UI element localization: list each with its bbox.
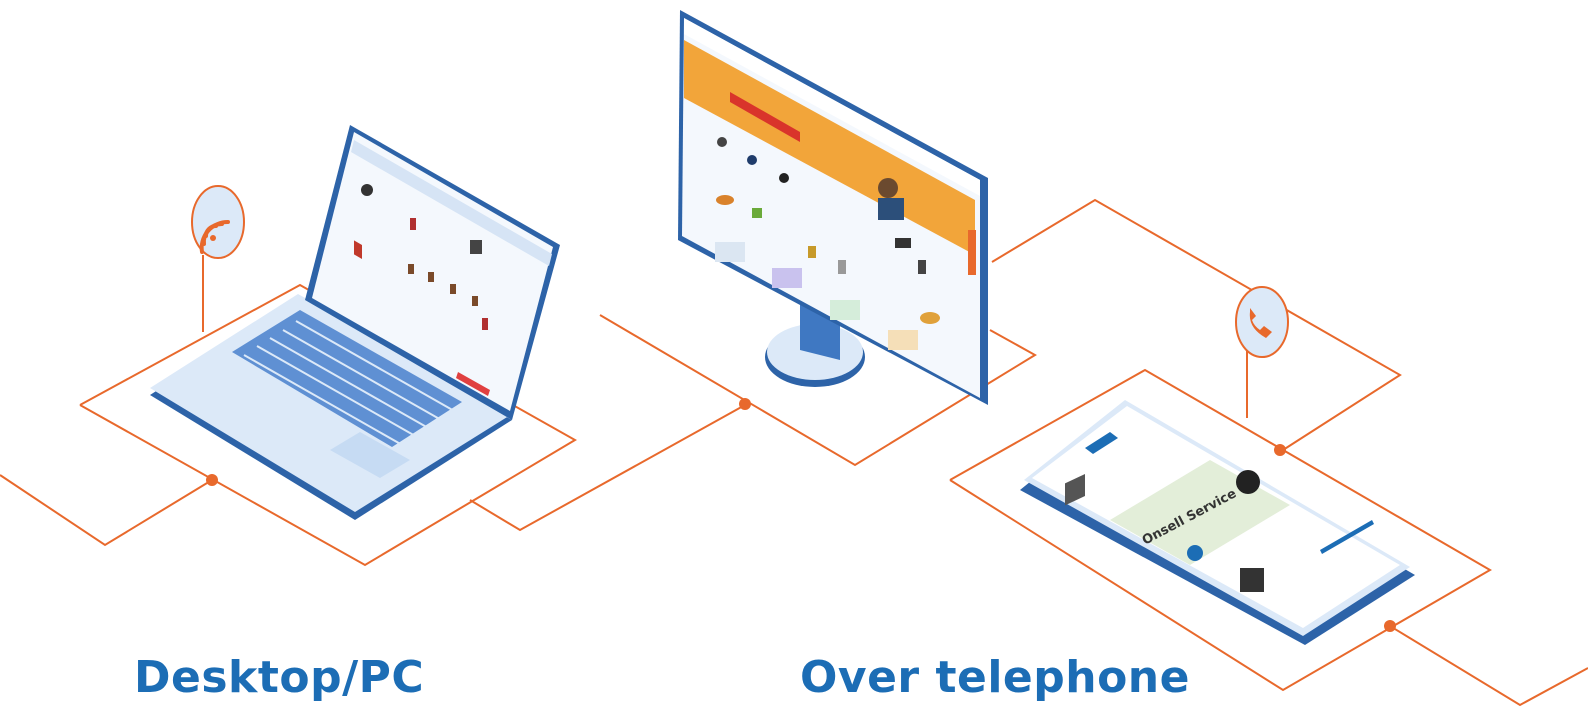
caption-over-telephone: Over telephone bbox=[800, 652, 1190, 703]
desktop-monitor bbox=[678, 10, 988, 405]
caption-desktop-pc: Desktop/PC bbox=[134, 652, 425, 703]
smartphone: Onsell Service bbox=[1020, 400, 1415, 645]
laptop bbox=[150, 125, 560, 520]
wifi-badge bbox=[191, 185, 245, 259]
phone-badge bbox=[1235, 286, 1289, 358]
channels-illustration: Onsell Service bbox=[0, 10, 1588, 707]
